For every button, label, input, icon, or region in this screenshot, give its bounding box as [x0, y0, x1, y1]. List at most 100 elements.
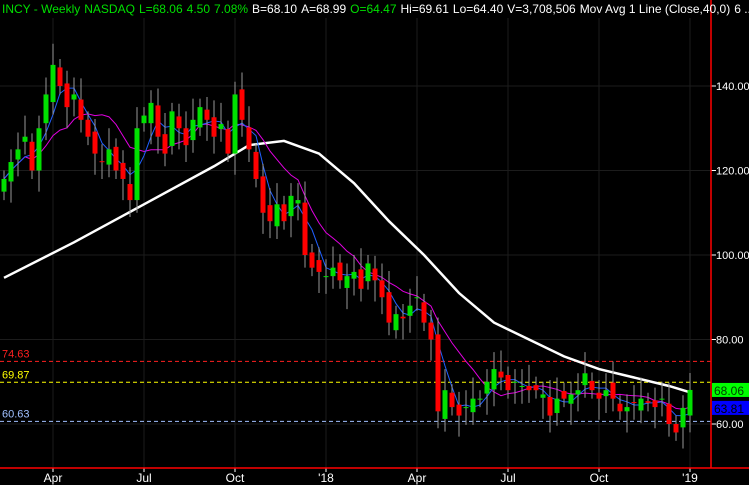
- candle-body: [617, 403, 623, 412]
- candle-body: [211, 117, 217, 137]
- more-studies[interactable]: 6 ...: [734, 2, 749, 16]
- x-tick-label: Oct: [590, 471, 609, 485]
- candle-body: [463, 407, 469, 409]
- candle-body: [652, 400, 658, 408]
- level-label: 60.63: [2, 408, 30, 420]
- quote-header: INCY - Weekly NASDAQ L=68.06 4.50 7.08% B=68.…: [2, 2, 749, 16]
- candle-body: [547, 396, 553, 416]
- candle-body: [183, 128, 189, 146]
- candle-body: [372, 268, 378, 281]
- x-tick-label: '18: [318, 471, 334, 485]
- study-label: Mov Avg 1 Line (Close,40,0): [579, 2, 731, 16]
- candle-body: [29, 141, 35, 171]
- candle-body: [148, 102, 154, 124]
- candle-body: [589, 380, 595, 391]
- candle-body: [337, 262, 343, 281]
- candle-body: [218, 124, 224, 130]
- candle-body: [225, 129, 231, 154]
- candle-body: [631, 402, 637, 404]
- candle-body: [407, 305, 413, 316]
- candle-body: [610, 382, 616, 399]
- candle-body: [505, 374, 511, 391]
- candle-body: [162, 134, 168, 154]
- level-label: 74.63: [2, 348, 30, 360]
- candle-body: [344, 276, 350, 288]
- exchange: NASDAQ: [84, 2, 135, 16]
- x-tick-label: Jul: [136, 471, 151, 485]
- candle-body: [638, 398, 644, 411]
- candle-body: [1, 178, 7, 192]
- x-tick-label: '19: [682, 471, 698, 485]
- candle-body: [414, 297, 420, 299]
- candle-body: [71, 94, 77, 100]
- candle-body: [358, 269, 364, 289]
- candle-body: [491, 369, 497, 390]
- symbol: INCY - Weekly: [2, 2, 81, 16]
- candle-body: [99, 161, 105, 163]
- price-chart[interactable]: Apr Jul Oct '18 Apr Jul Oct '19 140.00 120.00 100.…: [0, 0, 749, 485]
- y-tick-label: 80.00: [716, 335, 744, 347]
- candle-body: [309, 252, 315, 268]
- candle-body: [232, 94, 238, 154]
- candle-body: [680, 407, 686, 428]
- candle-body: [155, 105, 161, 137]
- candle-body: [449, 392, 455, 408]
- candle-body: [561, 391, 567, 399]
- candle-body: [302, 202, 308, 255]
- candle-body: [421, 302, 427, 323]
- candle-body: [22, 136, 28, 142]
- candle-body: [568, 394, 574, 404]
- candle-body: [85, 119, 91, 137]
- candle-body: [8, 162, 14, 182]
- candle-body: [106, 149, 112, 165]
- candle-body: [36, 128, 42, 171]
- candle-body: [15, 149, 21, 160]
- candle-body: [134, 128, 140, 201]
- y-tick-label: 100.00: [716, 250, 749, 262]
- candle-body: [435, 334, 441, 412]
- candle-body: [470, 398, 476, 413]
- candle-body: [253, 151, 259, 179]
- candle-body: [379, 280, 385, 298]
- candle-body: [113, 146, 119, 171]
- candle-body: [267, 205, 273, 222]
- candle-body: [141, 115, 147, 124]
- candle-body: [575, 390, 581, 395]
- open: O=64.47: [350, 2, 397, 16]
- candle-body: [316, 260, 322, 272]
- candle-body: [428, 322, 434, 340]
- change-pct: 7.08%: [214, 2, 249, 16]
- candle-body: [281, 204, 287, 222]
- candle-body: [246, 127, 252, 150]
- level-label: 69.87: [2, 369, 30, 381]
- low: Lo=64.40: [452, 2, 504, 16]
- candle-body: [365, 263, 371, 282]
- candle-body: [484, 381, 490, 394]
- candle-body: [666, 403, 672, 424]
- ask: A=68.99: [301, 2, 347, 16]
- candle-body: [78, 99, 84, 120]
- candle-body: [92, 131, 98, 154]
- change: 4.50: [186, 2, 211, 16]
- candle-body: [540, 394, 546, 398]
- candle-body: [519, 385, 525, 387]
- candle-body: [554, 398, 560, 414]
- candle-body: [197, 107, 203, 128]
- candle-body: [386, 292, 392, 323]
- candle-body: [603, 390, 609, 397]
- y-tick-label: 140.00: [716, 81, 749, 93]
- candle-body: [50, 64, 56, 103]
- x-tick-label: Oct: [226, 471, 245, 485]
- x-tick-label: Apr: [44, 471, 63, 485]
- x-tick-label: Jul: [500, 471, 515, 485]
- y-tick-label: 60.00: [716, 419, 744, 431]
- candle-body: [127, 184, 133, 201]
- candle-body: [323, 276, 329, 278]
- candle-body: [393, 314, 399, 331]
- price-tag-label: 63.81: [714, 402, 744, 416]
- candle-body: [498, 371, 504, 378]
- candle-body: [43, 94, 49, 124]
- candle-body: [659, 398, 665, 400]
- candle-body: [169, 111, 175, 146]
- candle-body: [351, 271, 357, 279]
